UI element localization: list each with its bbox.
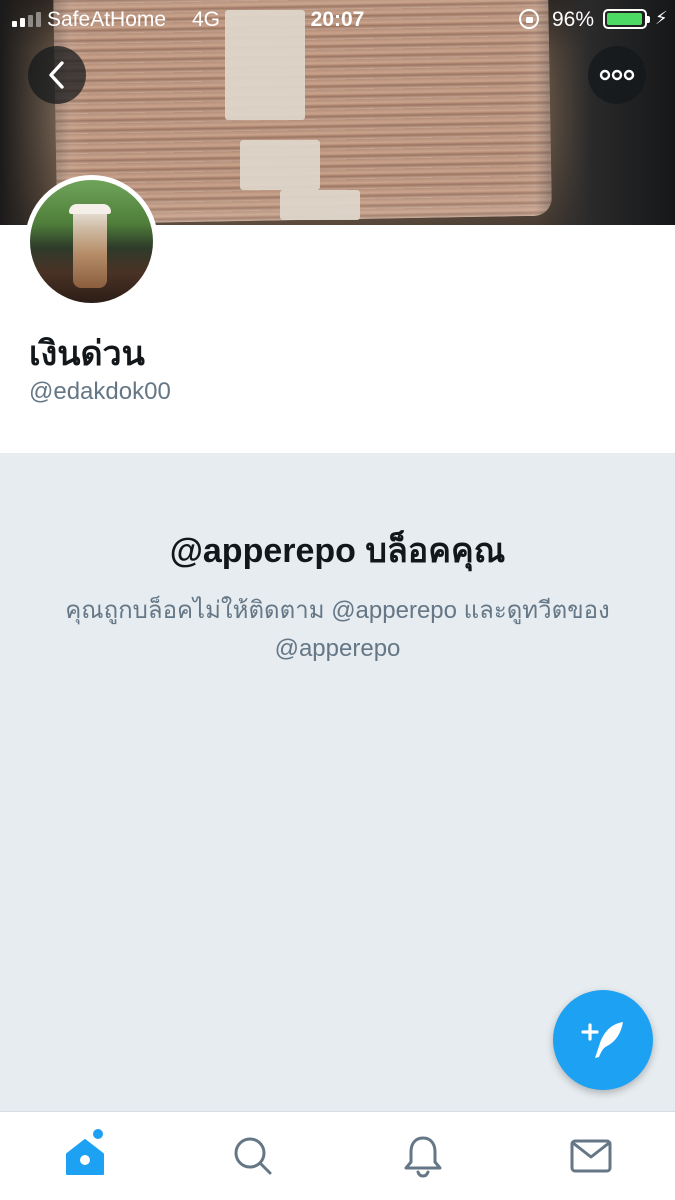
avatar-photo [30, 180, 153, 303]
tab-search[interactable] [223, 1130, 283, 1182]
blocked-description: คุณถูกบล็อคไม่ให้ติดตาม @apperepo และดูท… [65, 597, 610, 662]
tab-notifications[interactable] [393, 1130, 453, 1182]
home-new-content-dot [93, 1129, 103, 1139]
battery-percent: 96% [552, 8, 595, 31]
more-options-button[interactable] [588, 46, 646, 104]
blocked-title: @apperepo บล็อคคุณ [169, 532, 506, 570]
profile-handle: @edakdok00 [29, 378, 171, 405]
bottom-tab-bar [0, 1111, 675, 1200]
profile-display-name: เงินด่วน [29, 335, 145, 373]
avatar-cup-lid [69, 204, 111, 214]
avatar-cup [73, 210, 107, 288]
compose-tweet-button[interactable] [553, 990, 653, 1090]
tab-messages[interactable] [561, 1130, 621, 1182]
status-bar: SafeAtHome 4G 20:07 96% ⚡ [0, 0, 675, 38]
bell-icon [404, 1136, 442, 1178]
tab-home[interactable] [55, 1130, 115, 1182]
avatar[interactable] [25, 175, 158, 308]
banner-band [280, 190, 360, 220]
back-button[interactable] [28, 46, 86, 104]
charging-bolt-icon: ⚡ [655, 8, 668, 28]
orientation-lock-icon [519, 9, 539, 29]
home-icon [66, 1139, 104, 1175]
battery-icon [603, 9, 650, 29]
banner-band [240, 140, 320, 190]
mail-icon [570, 1139, 612, 1173]
chevron-left-icon [49, 61, 64, 89]
search-icon [234, 1137, 272, 1175]
battery-fill [607, 13, 642, 25]
more-dots-icon [599, 69, 635, 81]
compose-tweet-icon [581, 1022, 623, 1058]
